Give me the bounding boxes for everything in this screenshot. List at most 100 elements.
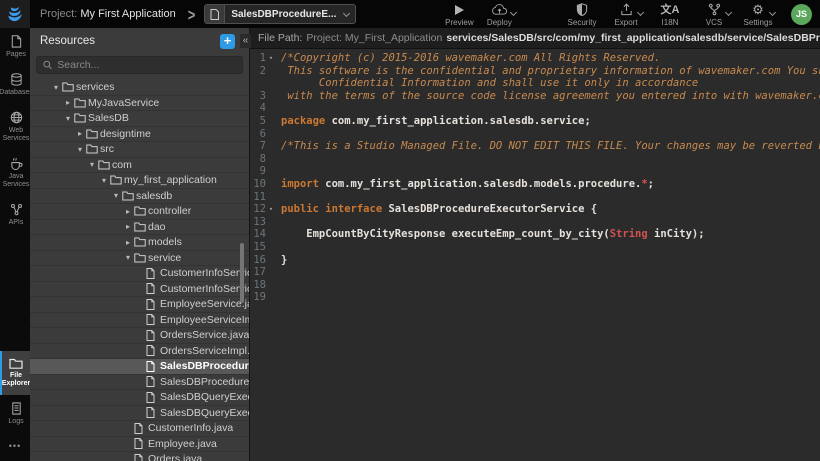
- chevron-down-icon[interactable]: ▾: [110, 191, 122, 200]
- line-number[interactable]: 7: [250, 140, 276, 153]
- chevron-down-icon[interactable]: ▾: [62, 114, 74, 123]
- tree-folder-service[interactable]: ▾ service: [30, 251, 249, 267]
- sidebar-item-web-services[interactable]: Web Services: [0, 104, 30, 150]
- export-button[interactable]: Export: [611, 2, 641, 27]
- tree-item-label: salesdb: [136, 190, 172, 202]
- code-line-11: 11: [250, 191, 820, 204]
- rail-bottom-items: File Explorer Logs: [0, 351, 30, 433]
- sidebar-item-databases[interactable]: Databases: [0, 66, 30, 104]
- tree-file-Orders.java[interactable]: Orders.java: [30, 452, 249, 461]
- tree-folder-SalesDB[interactable]: ▾SalesDB: [30, 111, 249, 127]
- chevron-right-icon[interactable]: ▸: [122, 207, 134, 216]
- chevron-down-icon[interactable]: ▾: [98, 176, 110, 185]
- line-number[interactable]: 18: [250, 279, 276, 292]
- chevron-down-icon[interactable]: ▾: [50, 83, 62, 92]
- line-number[interactable]: 3: [250, 90, 276, 103]
- tree-folder-dao[interactable]: ▸dao: [30, 220, 249, 236]
- tree-folder-salesdb[interactable]: ▾ salesdb: [30, 189, 249, 205]
- file-path-value: services/SalesDB/src/com/my_first_applic…: [446, 32, 820, 44]
- code-text: public interface SalesDBProcedureExecuto…: [276, 203, 597, 216]
- tree-file-OrdersServiceImpl.java[interactable]: OrdersServiceImpl.java: [30, 344, 249, 360]
- line-number[interactable]: 11: [250, 191, 276, 204]
- line-number[interactable]: 1▾: [250, 52, 276, 65]
- tree-folder-controller[interactable]: ▸controller: [30, 204, 249, 220]
- tree-file-Employee.java[interactable]: Employee.java: [30, 437, 249, 453]
- sidebar-item-apis[interactable]: APIs: [0, 196, 30, 234]
- wavemaker-logo[interactable]: [0, 0, 30, 28]
- vcs-button[interactable]: VCS: [699, 2, 729, 27]
- tree-folder-my_first_application[interactable]: ▾my_first_application: [30, 173, 249, 189]
- tree-file-SalesDBQueryExecutorServiceImpl.java[interactable]: SalesDBQueryExecutorServiceImpl.java: [30, 406, 249, 422]
- tree-folder-models[interactable]: ▸models: [30, 235, 249, 251]
- line-number[interactable]: 2: [250, 65, 276, 90]
- preview-button[interactable]: Preview: [444, 2, 474, 27]
- sidebar-item-label: Databases: [0, 89, 33, 97]
- line-number[interactable]: 8: [250, 153, 276, 166]
- code-line-1: 1▾/*Copyright (c) 2015-2016 wavemaker.co…: [250, 52, 820, 65]
- tree-file-SalesDBProcedureExecutorService.java[interactable]: SalesDBProcedureExecutorService.java: [30, 359, 249, 375]
- chevron-down-icon[interactable]: ▾: [86, 160, 98, 169]
- collapse-panel-button[interactable]: «: [240, 34, 251, 48]
- tree-scrollbar[interactable]: [240, 243, 244, 303]
- add-resource-button[interactable]: +: [220, 34, 235, 49]
- sidebar-item-pages[interactable]: Pages: [0, 28, 30, 66]
- user-avatar[interactable]: JS: [791, 4, 812, 25]
- settings-button[interactable]: ⚙Settings: [743, 2, 773, 27]
- tree-file-EmployeeServiceImpl.java[interactable]: EmployeeServiceImpl.java: [30, 313, 249, 329]
- tree-file-CustomerInfoService.java[interactable]: CustomerInfoService.java: [30, 266, 249, 282]
- line-number[interactable]: 12▾: [250, 203, 276, 216]
- chevron-down-icon[interactable]: ▾: [122, 253, 134, 262]
- deploy-button[interactable]: Deploy: [484, 2, 514, 27]
- chevron-right-icon[interactable]: ▸: [62, 98, 74, 107]
- line-number[interactable]: 14: [250, 228, 276, 241]
- tree-folder-com[interactable]: ▾com: [30, 158, 249, 174]
- code-text: with the terms of the source code licens…: [276, 90, 820, 103]
- folder-icon: [134, 253, 148, 263]
- sidebar-item-label: Logs: [8, 418, 23, 426]
- tree-folder-services[interactable]: ▾services: [30, 80, 249, 96]
- folder-icon: [134, 222, 148, 232]
- line-number[interactable]: 10: [250, 178, 276, 191]
- tree-file-EmployeeService.java[interactable]: EmployeeService.java: [30, 297, 249, 313]
- pages-icon: [10, 35, 22, 48]
- tree-folder-src[interactable]: ▾src: [30, 142, 249, 158]
- sidebar-item-file-explorer[interactable]: File Explorer: [0, 351, 30, 395]
- tree-folder-MyJavaService[interactable]: ▸MyJavaService: [30, 96, 249, 112]
- line-number[interactable]: 17: [250, 266, 276, 279]
- sidebar-item-label: Web Services: [3, 127, 30, 143]
- folder-icon: [122, 191, 136, 201]
- line-number[interactable]: 6: [250, 128, 276, 141]
- search-input[interactable]: [57, 59, 236, 71]
- chevron-right-icon[interactable]: ▸: [122, 238, 134, 247]
- chevron-down-icon[interactable]: ▾: [74, 145, 86, 154]
- line-number[interactable]: 5: [250, 115, 276, 128]
- code-line-17: 17: [250, 266, 820, 279]
- line-number[interactable]: 15: [250, 241, 276, 254]
- tree-file-CustomerInfoServiceImpl.java[interactable]: CustomerInfoServiceImpl.java: [30, 282, 249, 298]
- preview-icon: [453, 2, 465, 16]
- top-bar: Project: My First Application > SalesDBP…: [0, 0, 820, 28]
- sidebar-item-logs[interactable]: Logs: [0, 395, 30, 433]
- line-number[interactable]: 16: [250, 254, 276, 267]
- sidebar-item-java-services[interactable]: Java Services: [0, 150, 30, 196]
- open-file-selector[interactable]: SalesDBProcedureE...: [204, 4, 356, 24]
- chevron-right-icon[interactable]: ▸: [74, 129, 86, 138]
- tree-file-SalesDBProcedureExecutorServiceImpl.java[interactable]: SalesDBProcedureExecutorServiceImpl.java: [30, 375, 249, 391]
- i18n-button[interactable]: 文AI18N: [655, 2, 685, 27]
- tree-file-OrdersService.java[interactable]: OrdersService.java: [30, 328, 249, 344]
- line-number[interactable]: 13: [250, 216, 276, 229]
- code-text: [276, 165, 287, 178]
- line-number[interactable]: 9: [250, 165, 276, 178]
- tree-item-label: service: [148, 252, 181, 264]
- security-button[interactable]: Security: [567, 2, 597, 27]
- more-options-button[interactable]: •••: [0, 433, 30, 461]
- file-icon: [146, 283, 160, 294]
- tree-folder-designtime[interactable]: ▸designtime: [30, 127, 249, 143]
- tree-file-SalesDBQueryExecutorService.java[interactable]: SalesDBQueryExecutorService.java: [30, 390, 249, 406]
- line-number[interactable]: 4: [250, 102, 276, 115]
- tree-file-CustomerInfo.java[interactable]: CustomerInfo.java: [30, 421, 249, 437]
- code-editor[interactable]: 1▾/*Copyright (c) 2015-2016 wavemaker.co…: [250, 49, 820, 461]
- chevron-right-icon[interactable]: ▸: [122, 222, 134, 231]
- line-number[interactable]: 19: [250, 291, 276, 304]
- file-path-label: File Path:: [258, 32, 302, 44]
